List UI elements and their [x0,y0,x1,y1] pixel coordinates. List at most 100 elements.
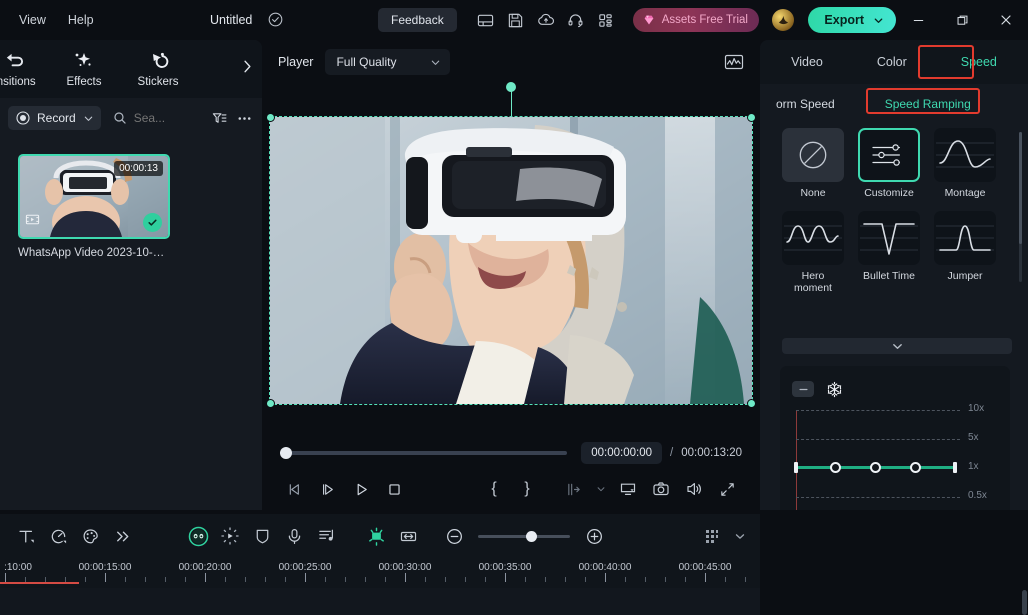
ruler-label-0: :10:00 [4,562,32,573]
grid-dots-icon[interactable] [696,521,728,551]
resize-handle-bl[interactable] [266,398,275,408]
layout-icon[interactable] [471,5,501,35]
microphone-icon[interactable] [278,521,310,551]
preset-customize[interactable]: Customize [858,128,920,199]
zoom-out-icon[interactable] [438,521,470,551]
sidebar-item-transitions[interactable]: ansitions [0,51,48,88]
curve-keyframe-3[interactable] [910,462,921,473]
resize-handle-br[interactable] [747,398,756,408]
prev-frame-button[interactable] [280,475,310,503]
zoom-slider-knob[interactable] [526,530,537,542]
snapshot-button[interactable] [646,475,676,503]
search-box[interactable] [113,111,204,125]
timeline-ruler[interactable]: :10:00 00:00:15:00 00:00:20:00 00:00:25:… [0,558,760,588]
split-button[interactable] [559,475,589,503]
zoom-in-icon[interactable] [578,521,610,551]
tab-speed[interactable]: Speed [955,51,1003,73]
audio-note-icon[interactable] [310,521,342,551]
transitions-label: ansitions [0,75,36,88]
sidebar-item-effects[interactable]: Effects [48,50,120,88]
preset-none[interactable]: None [782,128,844,199]
preset-hero-moment[interactable]: Hero moment [782,211,844,294]
chevron-right-icon[interactable] [240,58,254,80]
resize-handle-tr[interactable] [747,112,756,122]
timeline-scrollbar[interactable] [1022,590,1027,615]
preset-expand-button[interactable] [782,338,1012,354]
feedback-button[interactable]: Feedback [378,8,457,32]
current-timecode[interactable]: 00:00:00:00 [581,442,663,464]
ruler-tick [105,573,106,582]
filter-icon[interactable] [210,106,229,130]
text-tool[interactable] [10,521,42,551]
chevron-down-icon[interactable] [730,521,750,551]
save-icon[interactable] [501,5,531,35]
split-caret[interactable] [592,475,610,503]
quality-selector[interactable]: Full Quality [325,49,451,75]
record-button[interactable]: Record [8,106,101,130]
mark-in-button[interactable]: { [479,475,509,503]
media-thumbnail[interactable]: 00:00:13 [18,154,170,239]
preset-jumper[interactable]: Jumper [934,211,996,294]
maximize-button[interactable] [940,0,984,40]
uniform-speed-option[interactable]: orm Speed [776,97,835,111]
tab-color[interactable]: Color [871,51,913,73]
curve-start-cap[interactable] [794,462,798,473]
export-button[interactable]: Export [808,7,896,33]
preset-customize-tile[interactable] [858,128,920,182]
apps-grid-icon[interactable] [591,5,621,35]
timeline-tracks[interactable] [0,588,760,615]
speed-tool[interactable] [42,521,74,551]
waveform-icon[interactable] [724,53,744,71]
color-tool[interactable] [74,521,106,551]
snowflake-icon[interactable] [826,381,843,398]
minimize-button[interactable] [896,0,940,40]
cloud-upload-icon[interactable] [531,5,561,35]
preset-bullet-time[interactable]: Bullet Time [858,211,920,294]
preset-scrollbar[interactable] [1019,132,1022,282]
curve-keyframe-1[interactable] [830,462,841,473]
rotate-handle[interactable] [506,81,516,92]
preset-hero-tile[interactable] [782,211,844,265]
more-tools[interactable] [106,521,138,551]
speed-ramping-option[interactable]: Speed Ramping [885,97,971,111]
keyframe-icon[interactable] [360,521,392,551]
volume-button[interactable] [679,475,709,503]
preset-montage[interactable]: Montage [934,128,996,199]
menu-item-view[interactable]: View [8,8,57,32]
headset-support-icon[interactable] [561,5,591,35]
display-button[interactable] [613,475,643,503]
mark-out-button[interactable]: } [512,475,542,503]
fit-width-icon[interactable] [392,521,424,551]
sidebar-item-stickers[interactable]: Stickers [120,50,196,88]
stop-button[interactable] [379,475,409,503]
curve-keyframe-2[interactable] [870,462,881,473]
minus-box-icon[interactable] [792,381,814,397]
curve-end-cap[interactable] [953,462,957,473]
menu-item-help[interactable]: Help [57,8,105,32]
next-frame-button[interactable] [313,475,343,503]
preset-montage-tile[interactable] [934,128,996,182]
preset-jumper-tile[interactable] [934,211,996,265]
timeline-zoom-slider[interactable] [478,530,570,542]
play-button[interactable] [346,475,376,503]
ai-face-icon[interactable] [182,521,214,551]
more-horizontal-icon[interactable] [235,106,254,130]
preset-none-tile[interactable] [782,128,844,182]
preset-bullet-tile[interactable] [858,211,920,265]
motion-track-icon[interactable] [214,521,246,551]
resize-handle-tl[interactable] [266,112,275,122]
media-item[interactable]: 00:00:13 WhatsApp Video 2023-10-05... [18,154,170,259]
search-input[interactable] [133,111,204,125]
assets-free-trial-button[interactable]: Assets Free Trial [632,8,759,32]
player-scrubber[interactable] [280,447,568,459]
user-avatar[interactable] [772,9,795,31]
close-button[interactable] [984,0,1028,40]
ruler-tick [485,577,486,582]
shield-icon[interactable] [246,521,278,551]
ruler-tick [165,577,166,582]
fullscreen-button[interactable] [712,475,742,503]
tab-video[interactable]: Video [785,51,829,73]
video-selection-box[interactable] [266,81,756,408]
scrubber-knob[interactable] [280,447,292,459]
ruler-tick [285,577,286,582]
